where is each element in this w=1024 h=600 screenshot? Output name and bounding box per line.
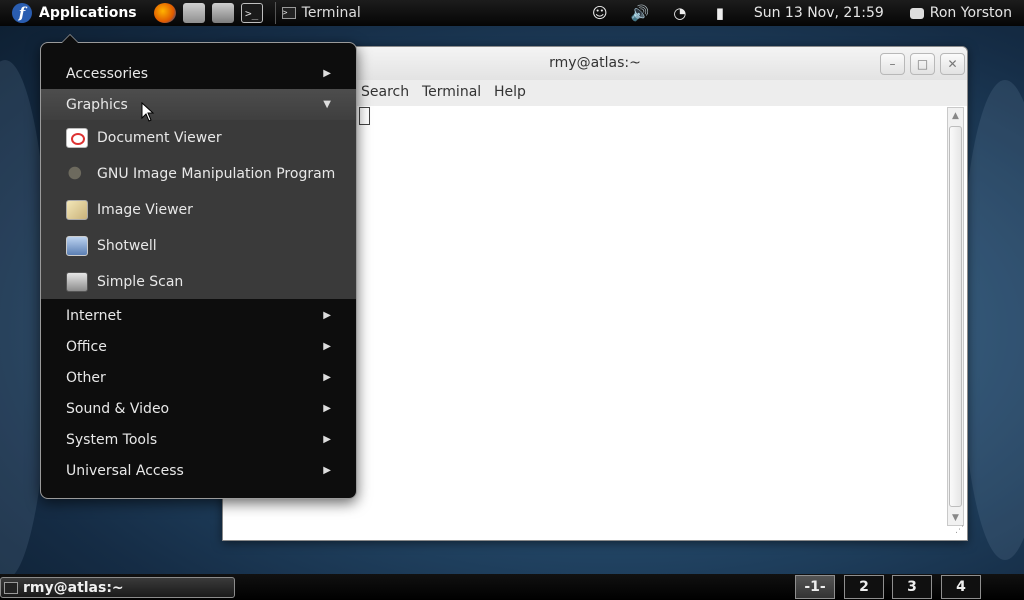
taskbar-window-button[interactable]: rmy@atlas:~ xyxy=(0,577,235,598)
clock[interactable]: Sun 13 Nov, 21:59 xyxy=(754,5,884,21)
scroll-up-arrow-icon[interactable]: ▲ xyxy=(948,108,963,123)
active-window-label[interactable]: > Terminal xyxy=(281,5,361,21)
panel-separator xyxy=(274,2,276,24)
simple-scan-icon xyxy=(66,272,88,292)
document-viewer-icon xyxy=(66,128,88,148)
minimize-button[interactable]: – xyxy=(880,53,905,75)
vertical-scrollbar[interactable]: ▲ ▼ xyxy=(947,107,964,526)
menu-category-system-tools[interactable]: System Tools ▶ xyxy=(41,424,356,455)
mail-clock-icon[interactable] xyxy=(182,3,205,23)
battery-icon[interactable]: ▮ xyxy=(709,2,731,24)
wifi-icon[interactable]: ◔ xyxy=(669,2,691,24)
submenu-arrow-icon: ▶ xyxy=(323,434,331,445)
submenu-arrow-icon: ▶ xyxy=(323,465,331,476)
menu-pointer-arrow xyxy=(61,34,79,43)
shotwell-icon xyxy=(66,236,88,256)
menu-category-accessories[interactable]: Accessories ▶ xyxy=(41,58,356,89)
app-item-image-viewer[interactable]: Image Viewer xyxy=(41,192,356,228)
applications-label: Applications xyxy=(39,5,137,21)
menu-category-office[interactable]: Office ▶ xyxy=(41,331,356,362)
desktop-background-rock xyxy=(960,80,1024,560)
app-label: Document Viewer xyxy=(97,130,222,146)
submenu-arrow-icon: ▶ xyxy=(323,341,331,352)
file-manager-icon[interactable] xyxy=(211,3,234,23)
menu-terminal[interactable]: Terminal xyxy=(422,84,481,100)
workspace-2[interactable]: 2 xyxy=(844,575,884,599)
volume-icon[interactable]: 🔊 xyxy=(629,2,651,24)
workspace-1[interactable]: -1- xyxy=(795,575,835,599)
scrollbar-thumb[interactable] xyxy=(949,126,962,507)
text-cursor xyxy=(359,107,370,125)
category-label: System Tools xyxy=(66,431,158,448)
taskbar-window-label: rmy@atlas:~ xyxy=(23,579,124,596)
category-label: Other xyxy=(66,369,106,386)
active-window-title: Terminal xyxy=(301,5,361,21)
app-item-gimp[interactable]: GNU Image Manipulation Program xyxy=(41,156,356,192)
accessibility-icon[interactable]: ☺ xyxy=(589,2,611,24)
top-panel: f Applications >_ > Terminal ☺ 🔊 ◔ ▮ Sun… xyxy=(0,0,1024,26)
app-label: Shotwell xyxy=(97,238,157,254)
menu-help[interactable]: Help xyxy=(494,84,526,100)
graphics-submenu: Document Viewer GNU Image Manipulation P… xyxy=(41,120,356,299)
mouse-pointer-icon xyxy=(141,102,155,122)
menu-category-internet[interactable]: Internet ▶ xyxy=(41,300,356,331)
applications-menu-button[interactable]: f Applications xyxy=(0,0,147,26)
firefox-icon[interactable] xyxy=(153,3,176,23)
category-label: Internet xyxy=(66,307,122,324)
maximize-button[interactable]: □ xyxy=(910,53,935,75)
app-item-simple-scan[interactable]: Simple Scan xyxy=(41,264,356,300)
expanded-arrow-icon: ▼ xyxy=(323,99,331,110)
category-label: Office xyxy=(66,338,107,355)
scroll-down-arrow-icon[interactable]: ▼ xyxy=(948,510,963,525)
menu-category-other[interactable]: Other ▶ xyxy=(41,362,356,393)
user-menu[interactable]: Ron Yorston xyxy=(909,5,1012,21)
menu-category-graphics[interactable]: Graphics ▼ xyxy=(41,89,356,120)
category-label: Accessories xyxy=(66,65,149,82)
category-label: Graphics xyxy=(66,96,128,113)
terminal-launcher-icon[interactable]: >_ xyxy=(240,3,263,23)
terminal-icon: > xyxy=(281,7,296,19)
chat-status-icon xyxy=(909,7,924,19)
panel-status-area: ☺ 🔊 ◔ ▮ Sun 13 Nov, 21:59 Ron Yorston xyxy=(580,0,1024,26)
submenu-arrow-icon: ▶ xyxy=(323,310,331,321)
applications-menu: Accessories ▶ Graphics ▼ Document Viewer… xyxy=(40,34,357,499)
terminal-icon xyxy=(4,581,18,594)
app-item-shotwell[interactable]: Shotwell xyxy=(41,228,356,264)
workspace-3[interactable]: 3 xyxy=(892,575,932,599)
bottom-panel: rmy@atlas:~ -1- 2 3 4 xyxy=(0,574,1024,600)
fedora-logo-icon: f xyxy=(12,3,32,23)
app-label: Image Viewer xyxy=(97,202,193,218)
gimp-icon xyxy=(66,164,88,184)
user-name: Ron Yorston xyxy=(929,5,1012,21)
app-label: GNU Image Manipulation Program xyxy=(97,166,336,182)
category-label: Universal Access xyxy=(66,462,184,479)
category-label: Sound & Video xyxy=(66,400,170,417)
close-button[interactable]: ✕ xyxy=(940,53,965,75)
resize-grip-icon[interactable]: ⋰ xyxy=(955,526,965,538)
menu-category-universal-access[interactable]: Universal Access ▶ xyxy=(41,455,356,486)
menu-category-sound-video[interactable]: Sound & Video ▶ xyxy=(41,393,356,424)
workspace-4[interactable]: 4 xyxy=(941,575,981,599)
submenu-arrow-icon: ▶ xyxy=(323,403,331,414)
image-viewer-icon xyxy=(66,200,88,220)
menu-search[interactable]: Search xyxy=(361,84,409,100)
submenu-arrow-icon: ▶ xyxy=(323,68,331,79)
app-label: Simple Scan xyxy=(97,274,184,290)
app-item-document-viewer[interactable]: Document Viewer xyxy=(41,120,356,156)
submenu-arrow-icon: ▶ xyxy=(323,372,331,383)
